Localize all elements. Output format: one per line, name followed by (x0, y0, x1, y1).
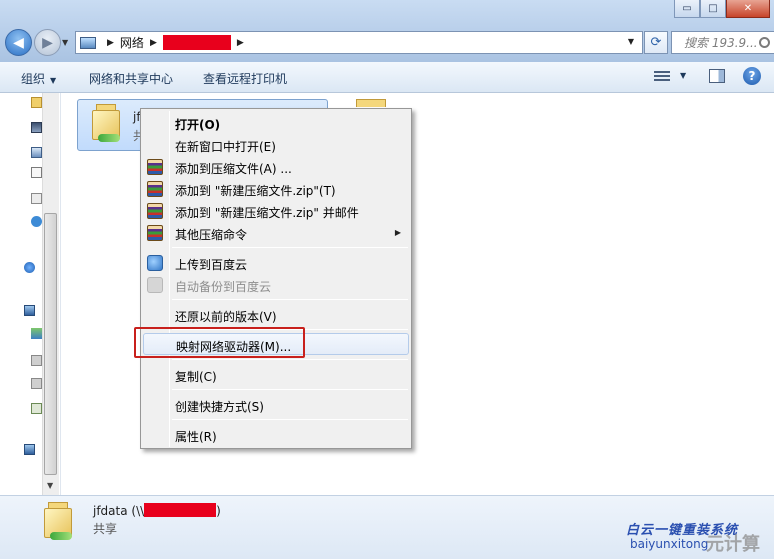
breadcrumb-network[interactable]: 网络 (120, 34, 144, 51)
menu-item-label: 添加到 "新建压缩文件.zip" 并邮件 (175, 206, 359, 220)
computer-icon[interactable] (24, 305, 35, 316)
winrar-icon (147, 159, 163, 175)
arrow-left-icon: ◀ (13, 34, 24, 51)
homegroup-icon[interactable] (24, 262, 35, 273)
details-title-prefix: jfdata (\\ (93, 504, 145, 518)
drive-icon[interactable] (31, 328, 42, 339)
menu-item-auto-backup-baidu: 自动备份到百度云 (143, 274, 409, 296)
winrar-icon (147, 203, 163, 219)
folder-icon[interactable] (356, 99, 386, 107)
submenu-arrow-icon: ▶ (394, 228, 401, 237)
video-icon[interactable] (31, 122, 42, 133)
menu-separator (172, 359, 408, 360)
baidu-cloud-icon (147, 277, 163, 293)
window-controls: ▭ □ ✕ (674, 0, 770, 18)
refresh-icon: ⟳ (650, 35, 662, 50)
menu-item-add-zip[interactable]: 添加到 "新建压缩文件.zip"(T) (143, 178, 409, 200)
refresh-button[interactable]: ⟳ (644, 31, 668, 54)
menu-separator (172, 299, 408, 300)
redacted-host (162, 35, 231, 50)
maximize-button[interactable]: □ (700, 0, 726, 18)
help-icon[interactable]: ? (743, 67, 761, 85)
menu-separator (172, 419, 408, 420)
details-subtitle: 共享 (93, 522, 118, 536)
menu-item-open[interactable]: 打开(O) (143, 112, 409, 134)
shared-folder-icon (92, 104, 122, 142)
menu-item-label: 其他压缩命令 (175, 228, 248, 242)
menu-item-label: 自动备份到百度云 (175, 280, 272, 294)
menu-item-upload-baidu[interactable]: 上传到百度云 (143, 252, 409, 274)
document-icon[interactable] (31, 167, 42, 178)
shared-folder-icon (44, 502, 74, 540)
menu-item-copy[interactable]: 复制(C) (143, 364, 409, 386)
menu-item-label: 复制(C) (175, 370, 217, 384)
breadcrumb-separator[interactable]: ▶ (237, 38, 244, 48)
minimize-button[interactable]: ▭ (674, 0, 700, 18)
arrow-right-icon: ▶ (42, 34, 53, 51)
menu-item-label: 添加到 "新建压缩文件.zip"(T) (175, 184, 336, 198)
breadcrumb-separator[interactable]: ▶ (150, 38, 157, 48)
drive-icon[interactable] (31, 403, 42, 414)
menu-item-label: 属性(R) (175, 430, 217, 444)
document-icon[interactable] (31, 193, 42, 204)
preview-pane-icon[interactable] (709, 69, 725, 83)
menu-item-add-zip-email[interactable]: 添加到 "新建压缩文件.zip" 并邮件 (143, 200, 409, 222)
view-dropdown[interactable]: ▼ (680, 71, 686, 80)
folder-icon[interactable] (31, 97, 42, 108)
search-input[interactable]: 搜索 193.9... (671, 31, 774, 54)
menu-item-label: 还原以前的版本(V) (175, 310, 277, 324)
drive-icon[interactable] (31, 378, 42, 389)
address-bar[interactable]: ▶ 网络 ▶ ▶ ▼ (75, 31, 643, 54)
recent-pages-dropdown[interactable]: ▼ (62, 38, 68, 47)
organize-label: 组织 (21, 72, 46, 86)
remote-printers-button[interactable]: 查看远程打印机 (203, 70, 287, 87)
winrar-icon (147, 225, 163, 241)
search-placeholder: 搜索 193.9... (684, 36, 758, 50)
menu-item-create-shortcut[interactable]: 创建快捷方式(S) (143, 394, 409, 416)
drive-icon[interactable] (31, 355, 42, 366)
details-title: jfdata (\\) (93, 503, 221, 518)
winrar-icon (147, 181, 163, 197)
menu-item-label: 上传到百度云 (175, 258, 248, 272)
forward-button[interactable]: ▶ (34, 29, 61, 56)
picture-icon[interactable] (31, 147, 42, 158)
music-icon[interactable] (31, 216, 42, 227)
menu-item-other-compress[interactable]: 其他压缩命令 ▶ (143, 222, 409, 244)
context-menu: 打开(O) 在新窗口中打开(E) 添加到压缩文件(A) ... 添加到 "新建压… (140, 108, 412, 449)
menu-separator (172, 389, 408, 390)
menu-item-label: 在新窗口中打开(E) (175, 140, 276, 154)
close-button[interactable]: ✕ (726, 0, 770, 18)
redacted-host (144, 503, 217, 517)
watermark-url: baiyunxitong (630, 537, 709, 551)
menu-item-open-new-window[interactable]: 在新窗口中打开(E) (143, 134, 409, 156)
menu-item-properties[interactable]: 属性(R) (143, 424, 409, 446)
details-title-suffix: ) (216, 504, 221, 518)
view-options-icon[interactable] (654, 69, 670, 83)
menu-item-label: 添加到压缩文件(A) ... (175, 162, 292, 176)
computer-icon (80, 36, 96, 49)
menu-item-label: 创建快捷方式(S) (175, 400, 264, 414)
menu-item-restore-versions[interactable]: 还原以前的版本(V) (143, 304, 409, 326)
annotation-highlight-box (134, 327, 305, 358)
baidu-cloud-icon (147, 255, 163, 271)
chevron-down-icon: ▼ (50, 76, 57, 85)
menu-separator (172, 247, 408, 248)
address-dropdown[interactable]: ▼ (628, 37, 634, 46)
search-icon[interactable] (759, 37, 770, 48)
network-center-button[interactable]: 网络和共享中心 (89, 70, 173, 87)
watermark-logo: 元计算 (706, 534, 760, 555)
back-button[interactable]: ◀ (5, 29, 32, 56)
menu-item-add-archive[interactable]: 添加到压缩文件(A) ... (143, 156, 409, 178)
scroll-thumb[interactable] (44, 213, 57, 475)
organize-button[interactable]: 组织 ▼ (21, 70, 56, 87)
menu-item-label: 打开(O) (175, 118, 221, 132)
network-icon[interactable] (24, 444, 35, 455)
scroll-down-arrow[interactable]: ▼ (47, 481, 53, 490)
breadcrumb-separator[interactable]: ▶ (107, 38, 114, 48)
